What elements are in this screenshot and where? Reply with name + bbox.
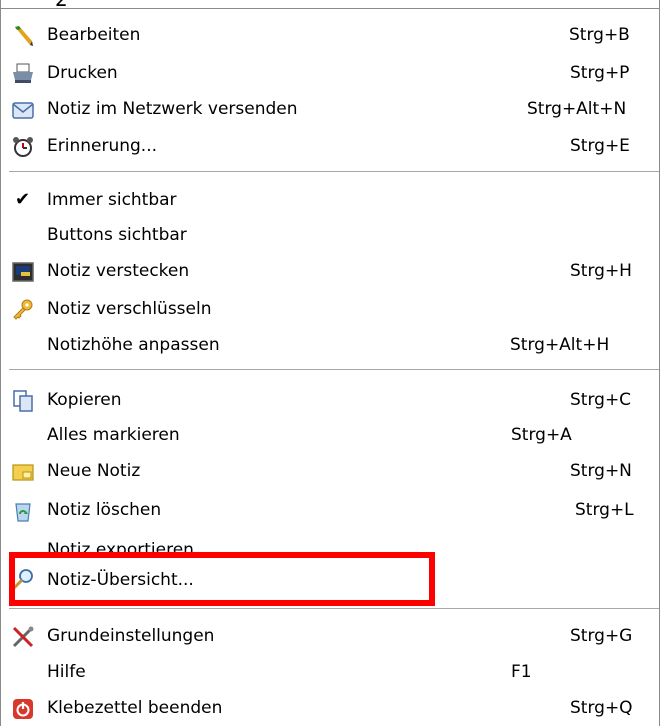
key-icon <box>13 299 33 320</box>
hide-window-icon <box>12 262 34 282</box>
copy-icon <box>13 390 33 412</box>
menu-item-grundeinstellungen[interactable]: Grundeinstellungen Strg+G <box>1 618 660 654</box>
pencil-icon <box>15 26 33 46</box>
menu-item-notiz-verstecken[interactable]: Notiz verstecken Strg+H <box>1 253 660 289</box>
menu-item-notiz-exportieren[interactable]: Notiz exportieren <box>1 532 660 552</box>
separator <box>9 171 659 173</box>
menu-item-immer-sichtbar[interactable]: ✔ Immer sichtbar <box>1 182 660 218</box>
power-icon <box>13 699 33 719</box>
new-note-icon <box>12 464 34 481</box>
recycle-bin-icon <box>15 503 31 522</box>
menu-top-border <box>1 8 660 9</box>
separator <box>9 608 659 610</box>
menu-item-alles-markieren[interactable]: Alles markieren Strg+A <box>1 417 660 453</box>
printer-icon <box>13 63 33 83</box>
menu-item-notiz-loeschen[interactable]: Notiz löschen Strg+L <box>1 492 660 528</box>
envelope-icon <box>12 102 34 119</box>
separator <box>9 369 659 371</box>
menu-item-kopieren[interactable]: Kopieren Strg+C <box>1 382 660 418</box>
menu-item-notiz-verschluesseln[interactable]: Notiz verschlüsseln <box>1 291 660 327</box>
menu-item-klebezettel-beenden[interactable]: Klebezettel beenden Strg+Q <box>1 690 660 726</box>
menu-item-drucken[interactable]: Drucken Strg+P <box>1 55 660 91</box>
menu-item-buttons-sichtbar[interactable]: Buttons sichtbar <box>1 217 660 253</box>
menu-item-hilfe[interactable]: Hilfe F1 <box>1 654 660 690</box>
alarm-clock-icon <box>13 137 33 157</box>
highlight-box <box>9 552 435 606</box>
menu-item-notizhoehe-anpassen[interactable]: Notizhöhe anpassen Strg+Alt+H <box>1 327 660 363</box>
menu-item-netzwerk-versenden[interactable]: Notiz im Netzwerk versenden Strg+Alt+N <box>1 91 660 127</box>
menu-item-bearbeiten[interactable]: Bearbeiten Strg+B <box>1 17 660 53</box>
menu-item-neue-notiz[interactable]: Neue Notiz Strg+N <box>1 453 660 489</box>
context-menu: 2 Bearbeiten Strg+B Drucken Strg+P Notiz… <box>0 0 660 726</box>
menu-item-erinnerung[interactable]: Erinnerung... Strg+E <box>1 128 660 164</box>
checkmark-icon: ✔ <box>15 189 31 210</box>
tools-icon <box>12 626 34 648</box>
